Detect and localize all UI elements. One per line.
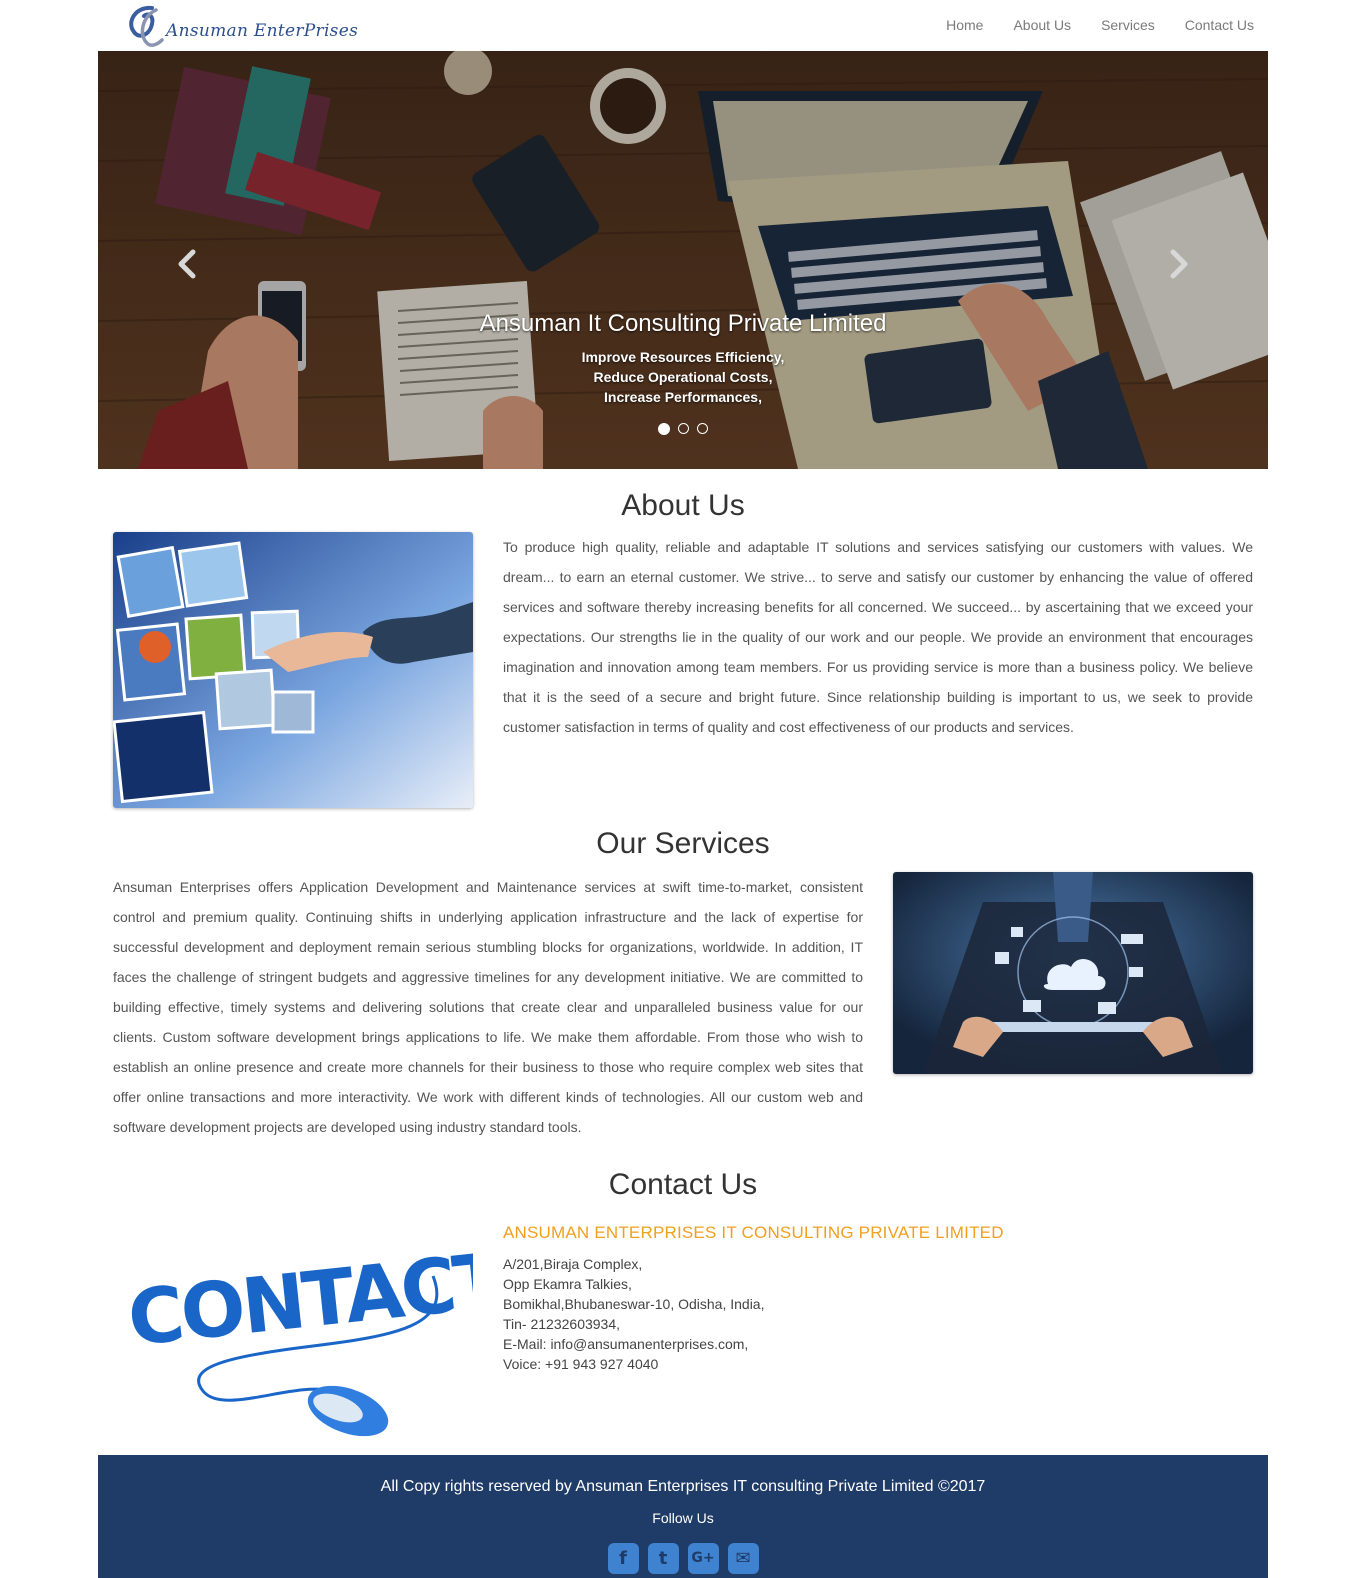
logo-mark-icon <box>129 5 164 47</box>
contact-title: Contact Us <box>608 1168 758 1201</box>
company-name: ANSUMAN ENTERPRISES IT CONSULTING PRIVAT… <box>503 1223 1004 1242</box>
social-links: f t G+ ✉ <box>98 1543 1268 1574</box>
copyright-text: All Copy rights reserved by Ansuman Ente… <box>380 1478 986 1495</box>
hero-tagline: Improve Resources Efficiency, <box>581 349 785 365</box>
contact-image-word: CONTACT <box>124 1235 473 1363</box>
hero-tagline: Reduce Operational Costs, <box>593 369 773 385</box>
nav-about-us[interactable]: About Us <box>1013 16 1071 34</box>
about-image <box>113 532 473 808</box>
carousel-next-icon[interactable] <box>1163 246 1193 282</box>
carousel-indicator-2[interactable] <box>678 423 689 435</box>
hero-carousel: Ansuman It Consulting Private Limited Im… <box>98 51 1268 469</box>
google-plus-icon[interactable]: G+ <box>687 1543 719 1574</box>
twitter-icon[interactable]: t <box>647 1543 679 1574</box>
contact-image: CONTACT <box>113 1216 473 1456</box>
main-nav: Home About Us Services Contact Us <box>916 16 1254 34</box>
nav-home[interactable]: Home <box>946 16 983 34</box>
address-line: Tin- 21232603934, <box>503 1316 621 1332</box>
logo[interactable]: Ansuman EnterPrises <box>122 2 358 50</box>
services-image <box>893 872 1253 1074</box>
address-line: Bomikhal,Bhubaneswar-10, Odisha, India, <box>503 1296 765 1312</box>
carousel-prev-icon[interactable] <box>173 246 203 282</box>
email-icon[interactable]: ✉ <box>727 1543 759 1574</box>
about-text: To produce high quality, reliable and ad… <box>503 539 1253 735</box>
address-phone: Voice: +91 943 927 4040 <box>503 1356 659 1372</box>
facebook-icon[interactable]: f <box>607 1543 639 1574</box>
services-text: Ansuman Enterprises offers Application D… <box>113 879 863 1135</box>
address-line: Opp Ekamra Talkies, <box>503 1276 632 1292</box>
carousel-indicators <box>98 420 1268 438</box>
hero-tagline: Increase Performances, <box>604 389 762 405</box>
carousel-indicator-3[interactable] <box>697 423 709 435</box>
hero-taglines: Improve Resources Efficiency, Reduce Ope… <box>98 347 1268 407</box>
logo-text: Ansuman EnterPrises <box>166 21 359 41</box>
follow-us-label: Follow Us <box>652 1510 714 1526</box>
site-footer: All Copy rights reserved by Ansuman Ente… <box>98 1455 1268 1578</box>
carousel-indicator-1[interactable] <box>657 422 670 435</box>
site-header: Ansuman EnterPrises Home About Us Servic… <box>98 0 1268 51</box>
nav-services[interactable]: Services <box>1101 16 1155 34</box>
address-email: E-Mail: info@ansumanenterprises.com, <box>503 1336 749 1352</box>
company-address: A/201,Biraja Complex, Opp Ekamra Talkies… <box>503 1254 764 1374</box>
nav-contact-us[interactable]: Contact Us <box>1185 16 1254 34</box>
about-title: About Us <box>621 489 745 522</box>
address-line: A/201,Biraja Complex, <box>503 1256 643 1272</box>
hero-title: Ansuman It Consulting Private Limited <box>479 310 887 337</box>
services-title: Our Services <box>596 827 770 860</box>
carousel-caption: Ansuman It Consulting Private Limited Im… <box>98 309 1268 407</box>
